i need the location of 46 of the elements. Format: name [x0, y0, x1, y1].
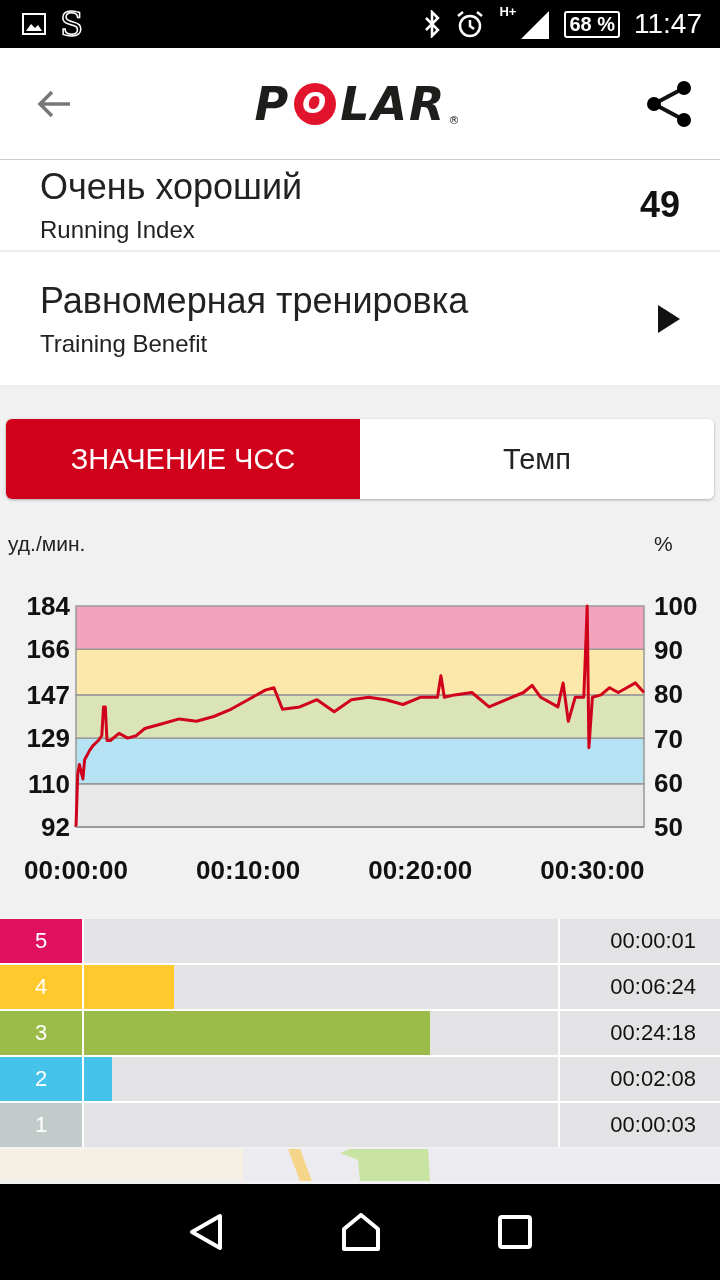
y-tick-label: 129: [26, 723, 70, 754]
x-tick-label: 00:30:00: [540, 855, 645, 885]
bluetooth-icon: [423, 10, 442, 38]
y-tick-label: 60: [654, 767, 683, 798]
axis-unit: %: [654, 532, 673, 555]
zone-number: 1: [0, 1103, 82, 1147]
y-tick-label: 90: [654, 635, 683, 666]
play-arrow-icon[interactable]: [658, 304, 680, 333]
x-tick-label: 00:00:00: [23, 855, 129, 885]
y-tick-label: 184: [26, 591, 70, 621]
y-tick-label: 92: [41, 812, 70, 842]
chart-tab[interactable]: Темп: [360, 419, 714, 499]
summary-value: Равномерная тренировка: [40, 279, 470, 322]
summary-value: Очень хороший: [40, 166, 304, 208]
y-tick-label: 80: [654, 679, 683, 710]
y-tick-label: 70: [654, 723, 683, 754]
zone-number: 3: [0, 1011, 82, 1055]
share-icon[interactable]: [644, 78, 694, 129]
zone-time: 00:24:18: [560, 1011, 720, 1055]
network-type: H+: [499, 4, 517, 19]
y-tick-label: 166: [26, 634, 70, 665]
y-tick-label: 147: [26, 679, 70, 710]
y-tick-label: 100: [654, 591, 698, 621]
summary-number: 49: [639, 184, 680, 226]
zone-time: 00:02:08: [560, 1057, 720, 1101]
x-tick-label: 00:20:00: [368, 855, 473, 885]
recents-icon[interactable]: [497, 1215, 532, 1249]
app-notification-icon: S: [60, 7, 84, 41]
y-tick-label: 50: [654, 812, 683, 842]
zone-time: 00:00:01: [560, 919, 720, 963]
summary-label: Running Index: [40, 216, 196, 244]
zone-number: 2: [0, 1057, 82, 1101]
home-icon[interactable]: [341, 1213, 381, 1251]
battery-level: 68 %: [564, 10, 620, 38]
chart-tab[interactable]: ЗНАЧЕНИЕ ЧСС: [6, 419, 360, 499]
zone-number: 4: [0, 965, 82, 1009]
x-tick-label: 00:10:00: [196, 855, 301, 885]
y-tick-label: 110: [28, 768, 70, 799]
back-icon[interactable]: [188, 1213, 225, 1251]
picture-icon: [22, 13, 46, 35]
summary-label: Training Benefit: [40, 329, 209, 358]
axis-unit: уд./мин.: [8, 532, 86, 555]
zone-time: 00:06:24: [560, 965, 720, 1009]
zone-time: 00:00:03: [560, 1103, 720, 1147]
zone-number: 5: [0, 919, 82, 963]
clock: 11:47: [634, 8, 702, 40]
